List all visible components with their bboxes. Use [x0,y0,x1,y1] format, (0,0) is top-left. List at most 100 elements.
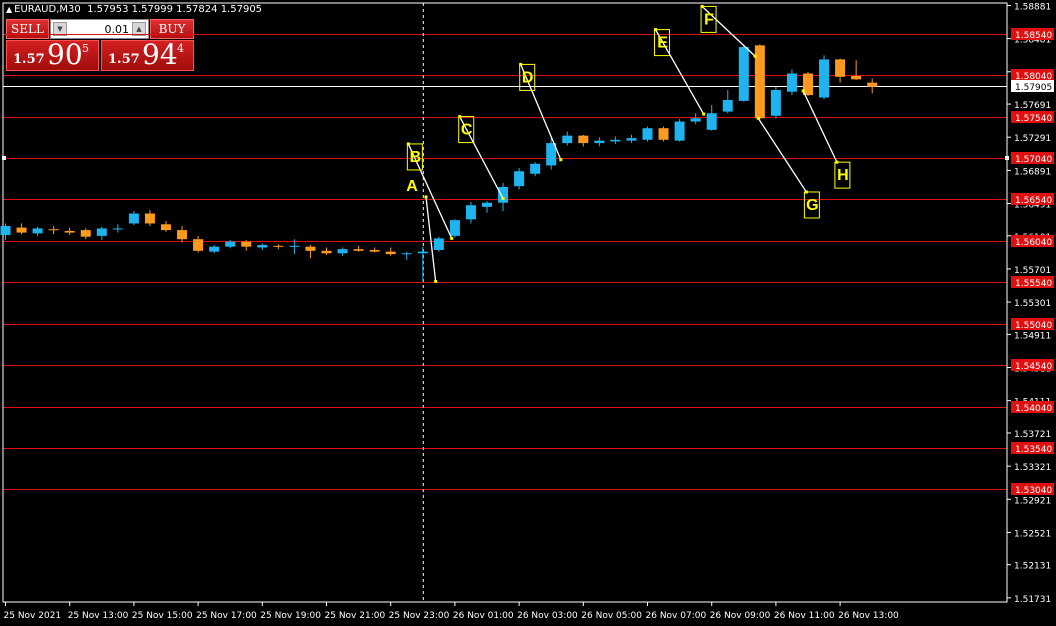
candle-body[interactable] [241,241,252,247]
trendline-anchor[interactable] [559,158,563,162]
trendline-anchor[interactable] [801,89,805,93]
level-price-label: 1.58540 [1015,31,1052,41]
trendline-anchor[interactable] [434,279,438,283]
price-tick-label: 1.53721 [1014,430,1051,440]
candle-body[interactable] [706,113,717,130]
level-price-label: 1.56040 [1015,238,1052,248]
candle-body[interactable] [305,246,316,251]
plot-border [2,2,1008,603]
candle-body[interactable] [16,227,27,233]
candle-body[interactable] [209,246,220,252]
trendline-g[interactable] [757,117,807,193]
candle-body[interactable] [401,253,412,255]
candle-body[interactable] [80,230,91,237]
price-chart[interactable]: ABCDEFGH 1.588811.584811.580811.576911.5… [0,0,1056,626]
price-tick-label: 1.56891 [1014,167,1051,177]
level-price-label: 1.54040 [1015,404,1052,414]
candle-body[interactable] [738,46,749,101]
candle-body[interactable] [514,171,525,187]
candle-body[interactable] [128,213,139,224]
level-price-label: 1.57040 [1015,155,1052,165]
candle-body[interactable] [658,128,669,140]
candle-body[interactable] [433,238,444,250]
trendline-anchor[interactable] [702,112,706,116]
candle-body[interactable] [626,138,637,141]
annotation-label-f: F [704,11,714,28]
candle-body[interactable] [642,128,653,140]
candle-body[interactable] [722,100,733,112]
candle-body[interactable] [594,140,605,144]
candle-body[interactable] [161,224,171,231]
level-price-label: 1.56540 [1015,196,1052,206]
candle-body[interactable] [177,230,188,240]
price-tick-label: 1.53321 [1014,463,1051,473]
time-tick-label: 26 Nov 05:00 [581,611,642,621]
candle-body[interactable] [337,249,348,254]
time-tick-label: 26 Nov 07:00 [646,611,707,621]
candle-body[interactable] [530,163,541,174]
candle-body[interactable] [257,245,268,248]
time-tick-label: 25 Nov 15:00 [132,611,193,621]
candle-body[interactable] [674,121,685,141]
time-tick-label: 26 Nov 03:00 [517,611,578,621]
level-handle-right[interactable] [1005,156,1009,161]
candle-body[interactable] [819,59,830,98]
candle-body[interactable] [770,90,781,116]
candle-body[interactable] [562,135,573,144]
annotation-label-a: A [406,178,418,195]
time-tick-label: 25 Nov 23:00 [389,611,450,621]
candle-body[interactable] [851,75,862,80]
time-tick-label: 25 Nov 13:00 [68,611,129,621]
candle-body[interactable] [225,241,236,247]
candle-body[interactable] [385,251,396,255]
annotation-label-d: D [522,69,534,86]
time-tick-label: 26 Nov 13:00 [838,611,899,621]
price-tick-label: 1.58881 [1014,2,1051,12]
time-tick-label: 26 Nov 01:00 [453,611,514,621]
candle-body[interactable] [32,228,43,234]
candle-body[interactable] [353,249,364,251]
trendline-anchor[interactable] [753,54,757,58]
candle-body[interactable] [144,213,155,224]
annotation-label-b: B [410,149,422,166]
candle-body[interactable] [690,118,701,122]
trendline-anchor[interactable] [756,116,760,120]
time-tick-label: 26 Nov 11:00 [774,611,835,621]
candle-body[interactable] [369,249,380,252]
time-tick-label: 25 Nov 17:00 [196,611,257,621]
trendline-anchor[interactable] [501,197,505,201]
candle-body[interactable] [465,205,476,220]
candle-body[interactable] [321,250,332,254]
level-price-label: 1.57540 [1015,114,1052,124]
candle-body[interactable] [578,135,589,144]
level-price-label: 1.53040 [1015,486,1052,496]
candle-body[interactable] [610,139,621,142]
level-handle-left[interactable] [2,156,6,161]
level-price-label: 1.53540 [1015,445,1052,455]
price-tick-label: 1.52921 [1014,496,1051,506]
candle-body[interactable] [112,228,123,230]
price-tick-label: 1.54911 [1014,331,1051,341]
trendline-anchor[interactable] [424,195,428,199]
candle-body[interactable] [867,82,878,87]
candle-body[interactable] [482,202,492,207]
candle-body[interactable] [498,187,509,203]
candle-body[interactable] [0,225,11,236]
candle-body[interactable] [96,228,107,236]
candle-body[interactable] [193,239,204,251]
candle-body[interactable] [273,245,284,247]
candle-body[interactable] [48,229,59,231]
price-tick-label: 1.52521 [1014,529,1051,539]
candle-body[interactable] [835,59,846,77]
current-price-label: 1.57905 [1015,83,1052,93]
trendline-anchor[interactable] [450,236,454,240]
price-tick-label: 1.51731 [1014,595,1051,605]
annotation-label-g: G [806,197,818,214]
candle-body[interactable] [64,230,75,233]
candle-body[interactable] [417,251,428,254]
candle-body[interactable] [786,73,797,92]
price-tick-label: 1.52131 [1014,562,1051,572]
trendline-h[interactable] [802,90,838,163]
candle-body[interactable] [289,245,300,247]
candle-body[interactable] [449,220,460,236]
